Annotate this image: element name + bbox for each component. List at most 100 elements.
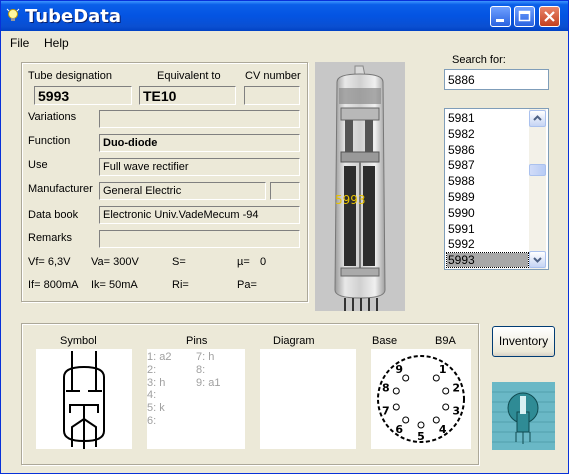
cv-field[interactable] bbox=[244, 86, 300, 105]
list-item[interactable]: 5989 bbox=[447, 190, 528, 204]
spec-ik: Ik= 50mA bbox=[91, 279, 138, 291]
pin-label: 8: bbox=[196, 363, 206, 376]
base-pin-number: 7 bbox=[382, 404, 390, 417]
base-type-label: B9A bbox=[435, 335, 456, 347]
designation-label: Tube designation bbox=[28, 70, 112, 82]
minimize-icon bbox=[496, 19, 504, 22]
spec-vf: Vf= 6,3V bbox=[28, 256, 71, 268]
pin-label: 1: a2 bbox=[147, 351, 172, 363]
pin-label: 5: k bbox=[147, 402, 165, 415]
tube-photo: 5993 bbox=[315, 62, 405, 311]
tube-photo-label: 5993 bbox=[335, 193, 366, 207]
spec-ri: Ri= bbox=[172, 279, 189, 291]
list-item[interactable]: 5993 bbox=[446, 252, 529, 269]
pin-label: 7: h bbox=[196, 351, 215, 363]
close-button[interactable] bbox=[539, 6, 560, 27]
manufacturer-code-field[interactable] bbox=[270, 182, 300, 200]
maximize-icon bbox=[518, 10, 531, 22]
base-pin-number: 2 bbox=[452, 382, 460, 395]
function-field[interactable]: Duo-diode bbox=[99, 134, 300, 152]
list-item[interactable]: 5990 bbox=[447, 206, 528, 220]
list-item[interactable]: 5986 bbox=[447, 143, 528, 157]
search-input[interactable] bbox=[444, 69, 549, 90]
databook-label: Data book bbox=[28, 209, 79, 221]
pins-label: Pins bbox=[186, 335, 208, 347]
scroll-thumb[interactable] bbox=[529, 164, 546, 176]
use-label: Use bbox=[28, 159, 48, 171]
manufacturer-field[interactable]: General Electric bbox=[99, 182, 266, 200]
tube-logo bbox=[492, 382, 555, 450]
base-pin-number: 3 bbox=[452, 404, 460, 417]
spec-mu-value: 0 bbox=[260, 256, 267, 268]
variations-label: Variations bbox=[28, 111, 77, 123]
chevron-down-icon bbox=[533, 257, 542, 263]
title-bar[interactable]: TubeData bbox=[1, 1, 568, 31]
menu-help[interactable]: Help bbox=[44, 36, 69, 50]
base-pin-dot bbox=[402, 374, 410, 382]
remarks-field[interactable] bbox=[99, 230, 300, 248]
base-pin-number: 5 bbox=[417, 430, 425, 443]
spec-pa: Pa= bbox=[237, 279, 257, 291]
base-box: 12 34 5 67 89 bbox=[371, 349, 471, 449]
base-pin-dot bbox=[442, 387, 450, 395]
b9a-base-diagram: 12 34 5 67 89 bbox=[377, 355, 465, 443]
base-pin-dot bbox=[392, 387, 400, 395]
spec-va: Va= 300V bbox=[91, 256, 139, 268]
maximize-button[interactable] bbox=[514, 6, 535, 27]
base-pin-number: 4 bbox=[439, 423, 447, 436]
list-item[interactable]: 5981 bbox=[447, 111, 528, 125]
diagram-box bbox=[260, 349, 356, 449]
equivalent-label: Equivalent to bbox=[157, 70, 221, 82]
symbol-box bbox=[36, 349, 132, 449]
equivalent-field[interactable]: TE10 bbox=[139, 86, 236, 105]
scroll-up-button[interactable] bbox=[529, 110, 546, 127]
list-scrollbar[interactable] bbox=[529, 109, 546, 269]
function-label: Function bbox=[28, 135, 71, 147]
spec-if: If= 800mA bbox=[28, 279, 79, 291]
minimize-button[interactable] bbox=[490, 6, 511, 27]
designation-field[interactable]: 5993 bbox=[34, 86, 132, 105]
variations-field[interactable] bbox=[99, 110, 300, 128]
list-item[interactable]: 5987 bbox=[447, 158, 528, 172]
pin-label: 9: a1 bbox=[196, 376, 221, 389]
use-field[interactable]: Full wave rectifier bbox=[99, 158, 300, 176]
base-pin-number: 6 bbox=[395, 423, 403, 436]
base-pin-number: 9 bbox=[395, 363, 403, 376]
pin-label: 2: bbox=[147, 363, 157, 376]
list-item[interactable]: 5988 bbox=[447, 174, 528, 188]
diagram-label: Diagram bbox=[273, 335, 315, 347]
pins-box: 1: a2 2: 3: h 4: 5: k 6: 7: h 8: 9: a1 bbox=[147, 349, 245, 449]
spec-mu: µ= bbox=[237, 256, 250, 268]
close-icon bbox=[544, 11, 555, 22]
symbol-label: Symbol bbox=[60, 335, 97, 347]
cv-label: CV number bbox=[245, 70, 301, 82]
scroll-down-button[interactable] bbox=[529, 251, 546, 268]
menu-file[interactable]: File bbox=[10, 36, 29, 50]
base-pin-dot bbox=[402, 416, 410, 424]
menu-bar: File Help bbox=[1, 32, 568, 54]
list-item[interactable]: 5992 bbox=[447, 237, 528, 251]
base-label: Base bbox=[372, 335, 398, 347]
spec-s: S= bbox=[172, 256, 186, 268]
databook-field[interactable]: Electronic Univ.VadeMecum -94 bbox=[99, 206, 300, 224]
inventory-button[interactable]: Inventory bbox=[492, 326, 555, 357]
base-pin-dot bbox=[442, 403, 450, 411]
base-pin-number: 8 bbox=[382, 382, 390, 395]
pin-label: 4: bbox=[147, 389, 157, 402]
tube-logo-icon bbox=[492, 382, 555, 450]
base-pin-number: 1 bbox=[439, 363, 447, 376]
base-pin-dot bbox=[417, 421, 425, 429]
base-pin-dot bbox=[392, 403, 400, 411]
lightbulb-icon bbox=[6, 8, 20, 21]
remarks-label: Remarks bbox=[28, 232, 73, 244]
pin-label: 6: bbox=[147, 415, 157, 427]
list-item[interactable]: 5991 bbox=[447, 222, 528, 236]
duo-diode-symbol bbox=[63, 351, 105, 449]
app-window: TubeData File Help Tube designation Equi… bbox=[0, 0, 569, 474]
list-item[interactable]: 5982 bbox=[447, 127, 528, 141]
search-label: Search for: bbox=[452, 54, 506, 66]
manufacturer-label: Manufacturer bbox=[28, 183, 93, 195]
tube-list[interactable]: 5981 5982 5986 5987 5988 5989 5990 5991 5992 5993 bbox=[444, 108, 549, 270]
chevron-up-icon bbox=[533, 115, 542, 121]
window-title: TubeData bbox=[25, 6, 122, 27]
